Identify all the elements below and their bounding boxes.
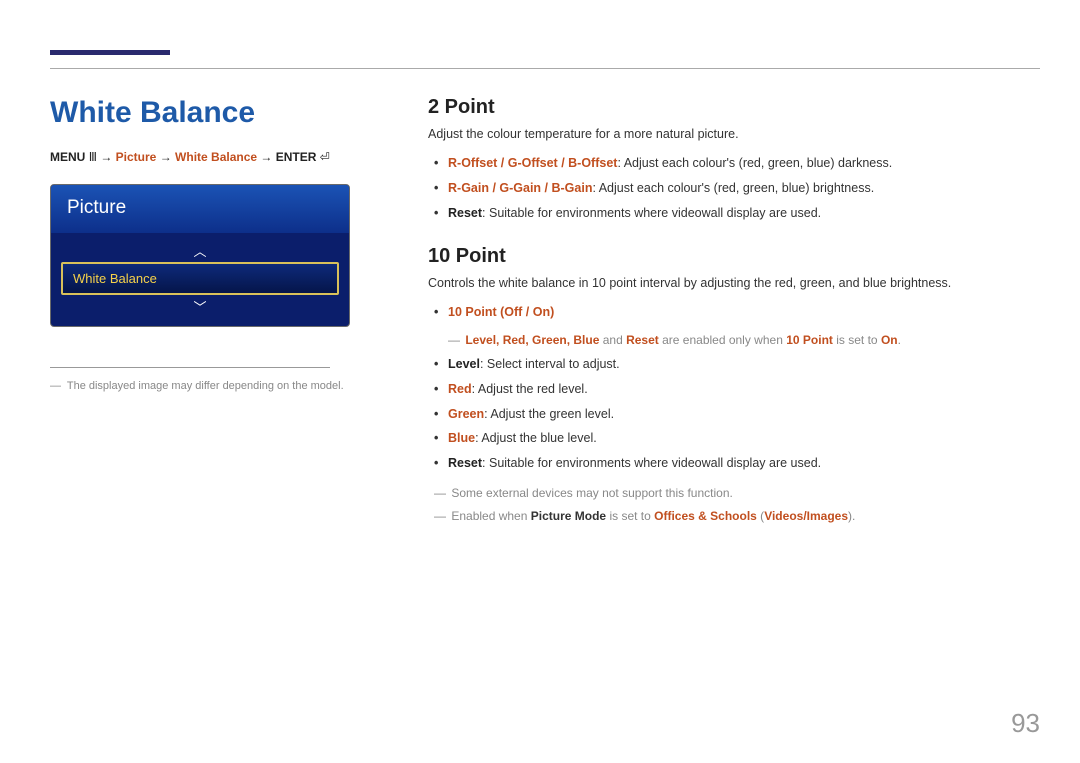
osd-header: Picture	[51, 185, 349, 233]
sub-on: On	[881, 333, 898, 347]
content-area: White Balance MENU Ⅲ → Picture → White B…	[50, 96, 1040, 528]
model-disclaimer: ― The displayed image may differ dependi…	[50, 380, 372, 392]
model-disclaimer-text: The displayed image may differ depending…	[67, 380, 344, 392]
osd-body: ︿ White Balance ﹀	[51, 233, 349, 326]
heading-2-point: 2 Point	[428, 96, 1040, 119]
breadcrumb-enter: ENTER	[276, 150, 317, 164]
sub-levels: Level, Red, Green, Blue	[465, 333, 599, 347]
left-divider	[50, 367, 330, 368]
osd-selected-item[interactable]: White Balance	[61, 262, 339, 295]
dash-icon: ―	[434, 486, 446, 500]
reset-desc-2: : Suitable for environments where videow…	[482, 456, 821, 470]
level-label: Level	[448, 357, 480, 371]
blue-label: Blue	[448, 431, 475, 445]
list-item: Reset: Suitable for environments where v…	[428, 451, 1040, 476]
lead-2-point: Adjust the colour temperature for a more…	[428, 127, 1040, 141]
left-column: White Balance MENU Ⅲ → Picture → White B…	[50, 96, 372, 528]
sub-end: .	[898, 333, 901, 347]
page-number: 93	[1011, 708, 1040, 739]
page-accent-bar	[50, 50, 170, 55]
foot2-mid: is set to	[606, 509, 654, 523]
list-item: Green: Adjust the green level.	[428, 402, 1040, 427]
reset-desc: : Suitable for environments where videow…	[482, 206, 821, 220]
breadcrumb-menu: MENU	[50, 150, 85, 164]
lead-10-point: Controls the white balance in 10 point i…	[428, 276, 1040, 290]
top-horizontal-rule	[50, 68, 1040, 69]
reset-label: Reset	[448, 206, 482, 220]
sub-reset: Reset	[626, 333, 659, 347]
dash-icon: ―	[448, 333, 460, 347]
foot2-paren-close: ).	[848, 509, 855, 523]
foot2-v2: Videos/Images	[764, 509, 848, 523]
level-desc: : Select interval to adjust.	[480, 357, 620, 371]
menu-icon: Ⅲ	[89, 150, 97, 164]
blue-desc: : Adjust the blue level.	[475, 431, 597, 445]
sub-mid2: is set to	[833, 333, 881, 347]
sub-tp: 10 Point	[786, 333, 833, 347]
heading-10-point: 10 Point	[428, 245, 1040, 268]
footnote-1-text: Some external devices may not support th…	[451, 486, 732, 500]
foot2-pm: Picture Mode	[531, 509, 606, 523]
list-10-point-2: Level: Select interval to adjust. Red: A…	[428, 352, 1040, 476]
dash-icon: ―	[434, 509, 446, 523]
breadcrumb-arrow: →	[100, 150, 112, 164]
footnote-2: ― Enabled when Picture Mode is set to Of…	[428, 505, 1040, 528]
red-label: Red	[448, 382, 472, 396]
offset-desc: : Adjust each colour's (red, green, blue…	[617, 156, 892, 170]
list-item: 10 Point (Off / On)	[428, 300, 1040, 325]
chevron-down-icon[interactable]: ﹀	[61, 295, 339, 318]
list-item: R-Offset / G-Offset / B-Offset: Adjust e…	[428, 151, 1040, 176]
red-desc: : Adjust the red level.	[472, 382, 588, 396]
green-label: Green	[448, 407, 484, 421]
green-desc: : Adjust the green level.	[484, 407, 614, 421]
gain-labels: R-Gain / G-Gain / B-Gain	[448, 181, 592, 195]
footnote-1: ― Some external devices may not support …	[428, 482, 1040, 505]
sub-mid: are enabled only when	[659, 333, 786, 347]
10point-label: 10 Point	[448, 305, 497, 319]
breadcrumb: MENU Ⅲ → Picture → White Balance → ENTER…	[50, 150, 372, 164]
gain-desc: : Adjust each colour's (red, green, blue…	[592, 181, 874, 195]
reset-label-2: Reset	[448, 456, 482, 470]
right-column: 2 Point Adjust the colour temperature fo…	[428, 96, 1040, 528]
breadcrumb-arrow: →	[260, 150, 272, 164]
foot2-pre: Enabled when	[451, 509, 530, 523]
foot2-v1: Offices & Schools	[654, 509, 757, 523]
chevron-up-icon[interactable]: ︿	[61, 239, 339, 262]
list-item: Red: Adjust the red level.	[428, 377, 1040, 402]
list-item: Blue: Adjust the blue level.	[428, 426, 1040, 451]
page-title: White Balance	[50, 96, 372, 130]
list-item: R-Gain / G-Gain / B-Gain: Adjust each co…	[428, 176, 1040, 201]
dash-icon: ―	[50, 380, 61, 392]
10point-options: (Off / On)	[497, 305, 555, 319]
breadcrumb-picture: Picture	[116, 150, 157, 164]
enter-icon: ⏎	[320, 150, 330, 164]
breadcrumb-white-balance: White Balance	[175, 150, 257, 164]
offset-labels: R-Offset / G-Offset / B-Offset	[448, 156, 617, 170]
breadcrumb-arrow: →	[160, 150, 172, 164]
list-10-point: 10 Point (Off / On)	[428, 300, 1040, 325]
list-2-point: R-Offset / G-Offset / B-Offset: Adjust e…	[428, 151, 1040, 225]
list-item: Level: Select interval to adjust.	[428, 352, 1040, 377]
sub-and: and	[599, 333, 626, 347]
10point-subnote: ― Level, Red, Green, Blue and Reset are …	[428, 331, 1040, 350]
osd-panel: Picture ︿ White Balance ﹀	[50, 184, 350, 327]
list-item: Reset: Suitable for environments where v…	[428, 201, 1040, 226]
